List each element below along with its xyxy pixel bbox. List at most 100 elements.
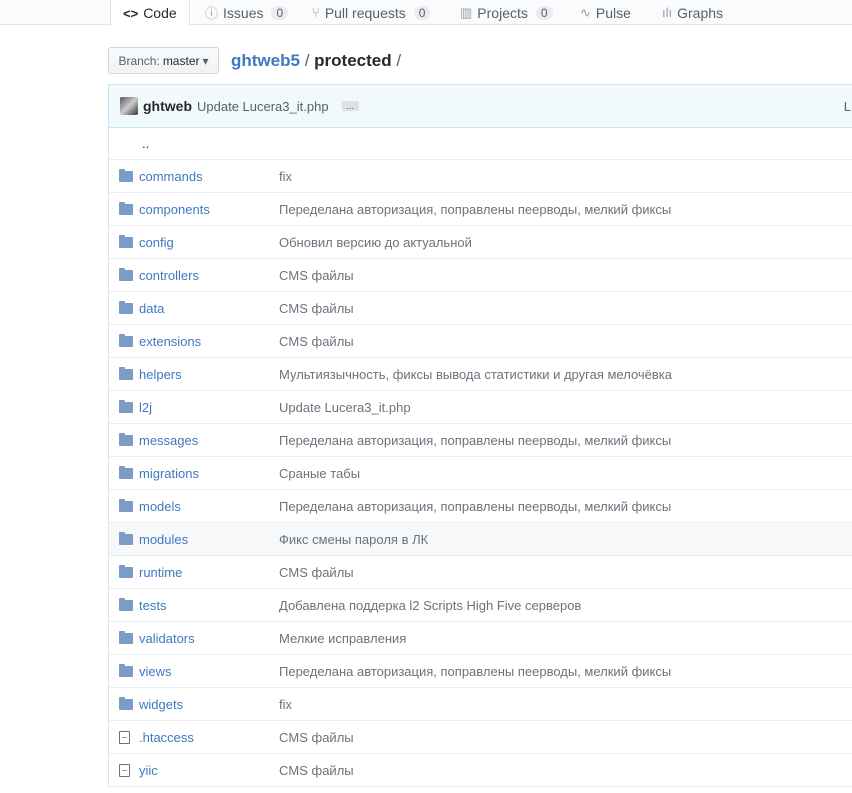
commit-message-link[interactable]: Фикс смены пароля в ЛК	[279, 532, 428, 547]
file-name-link[interactable]: runtime	[139, 565, 182, 580]
file-icon	[119, 764, 130, 777]
file-row[interactable]: config Обновил версию до актуальной	[109, 226, 852, 259]
folder-icon	[119, 565, 133, 578]
file-name-link[interactable]: widgets	[139, 697, 183, 712]
git-pull-request-icon: ⑂	[312, 5, 320, 20]
file-name-link[interactable]: extensions	[139, 334, 201, 349]
commit-message-link[interactable]: fix	[279, 169, 292, 184]
tab-label: Projects	[477, 4, 528, 21]
file-name-link[interactable]: models	[139, 499, 181, 514]
tab-pulse[interactable]: ∿ Pulse	[580, 0, 631, 25]
breadcrumb-current: protected	[314, 51, 392, 70]
commit-message-link[interactable]: CMS файлы	[279, 565, 354, 580]
commit-message-link[interactable]: Переделана авторизация, поправлены пеерв…	[279, 499, 671, 514]
file-icon	[119, 731, 130, 744]
file-row[interactable]: components Переделана авторизация, поправ…	[109, 193, 852, 226]
folder-icon	[119, 400, 133, 413]
tab-pull-requests[interactable]: ⑂ Pull requests 0	[312, 0, 431, 25]
code-icon: <>	[123, 5, 139, 21]
file-row[interactable]: views Переделана авторизация, поправлены …	[109, 655, 852, 688]
commit-message-link[interactable]: Добавлена поддерка l2 Scripts High Five …	[279, 598, 581, 613]
file-row[interactable]: messages Переделана авторизация, поправле…	[109, 424, 852, 457]
tab-counter: 0	[271, 5, 289, 20]
commit-message-link[interactable]: Обновил версию до актуальной	[279, 235, 472, 250]
graph-icon: ılı	[662, 5, 673, 20]
issue-opened-icon: ⓘ	[205, 6, 219, 21]
commit-message[interactable]: Update Lucera3_it.php	[197, 99, 329, 114]
tab-projects[interactable]: ▥ Projects 0	[460, 0, 553, 25]
breadcrumb-repo-link[interactable]: ghtweb5	[231, 51, 300, 70]
commit-message-link[interactable]: Update Lucera3_it.php	[279, 400, 411, 415]
file-row[interactable]: controllers CMS файлы	[109, 259, 852, 292]
commit-message-link[interactable]: Мелкие исправления	[279, 631, 406, 646]
file-row[interactable]: migrations Сраные табы	[109, 457, 852, 490]
file-row[interactable]: models Переделана авторизация, поправлены…	[109, 490, 852, 523]
parent-dir-row[interactable]: ..	[109, 127, 852, 160]
commit-message-link[interactable]: CMS файлы	[279, 301, 354, 316]
commit-author[interactable]: ghtweb	[143, 98, 192, 114]
breadcrumb-separator: /	[304, 51, 310, 70]
tab-graphs[interactable]: ılı Graphs	[662, 0, 723, 25]
file-row[interactable]: commands fix	[109, 160, 852, 193]
file-row[interactable]: validators Мелкие исправления	[109, 622, 852, 655]
tab-issues[interactable]: ⓘ Issues 0	[205, 0, 289, 25]
folder-icon	[119, 301, 133, 314]
commit-message-link[interactable]: Сраные табы	[279, 466, 360, 481]
pulse-icon: ∿	[580, 4, 591, 20]
branch-select-button[interactable]: Branch: master ▾	[108, 47, 219, 74]
file-row[interactable]: widgets fix	[109, 688, 852, 721]
file-name-link[interactable]: config	[139, 235, 174, 250]
file-name-link[interactable]: validators	[139, 631, 195, 646]
branch-name: master	[162, 53, 200, 68]
file-row[interactable]: helpers Мультиязычность, фиксы вывода ста…	[109, 358, 852, 391]
file-name-link[interactable]: yiic	[139, 763, 158, 778]
file-name-link[interactable]: commands	[139, 169, 203, 184]
project-icon: ▥	[460, 4, 473, 20]
file-row[interactable]: data CMS файлы	[109, 292, 852, 325]
commit-message-link[interactable]: CMS файлы	[279, 268, 354, 283]
breadcrumb-separator: /	[396, 51, 402, 70]
folder-icon	[119, 598, 133, 611]
file-name-link[interactable]: l2j	[139, 400, 152, 415]
file-name-link[interactable]: .htaccess	[139, 730, 194, 745]
branch-prefix: Branch:	[118, 53, 160, 68]
file-name-link[interactable]: data	[139, 301, 164, 316]
file-name-link[interactable]: tests	[139, 598, 166, 613]
tab-label: Pull requests	[324, 4, 406, 21]
caret-down-icon: ▾	[202, 53, 209, 68]
commit-message-link[interactable]: CMS файлы	[279, 730, 354, 745]
tab-label: Pulse	[595, 4, 631, 21]
folder-icon	[119, 334, 133, 347]
file-name-link[interactable]: helpers	[139, 367, 182, 382]
file-name-link[interactable]: controllers	[139, 268, 199, 283]
file-row[interactable]: yiic CMS файлы	[109, 754, 852, 787]
commit-message-link[interactable]: Переделана авторизация, поправлены пеерв…	[279, 433, 671, 448]
file-name-link[interactable]: messages	[139, 433, 198, 448]
latest-commit-bar: ghtweb Update Lucera3_it.php … L	[108, 84, 852, 128]
file-row[interactable]: l2j Update Lucera3_it.php	[109, 391, 852, 424]
file-row[interactable]: extensions CMS файлы	[109, 325, 852, 358]
commit-message-link[interactable]: Переделана авторизация, поправлены пеерв…	[279, 664, 671, 679]
file-row[interactable]: runtime CMS файлы	[109, 556, 852, 589]
file-row[interactable]: tests Добавлена поддерка l2 Scripts High …	[109, 589, 852, 622]
file-name-link[interactable]: migrations	[139, 466, 199, 481]
commit-message-link[interactable]: CMS файлы	[279, 763, 354, 778]
folder-icon	[119, 532, 133, 545]
file-name-link[interactable]: modules	[139, 532, 188, 547]
file-name-link[interactable]: components	[139, 202, 210, 217]
expand-commit-button[interactable]: …	[341, 101, 359, 111]
file-row[interactable]: .htaccess CMS файлы	[109, 721, 852, 754]
parent-dir-link[interactable]: ..	[142, 136, 149, 151]
folder-icon	[119, 433, 133, 446]
folder-icon	[119, 499, 133, 512]
commit-message-link[interactable]: Переделана авторизация, поправлены пеерв…	[279, 202, 671, 217]
commit-message-link[interactable]: CMS файлы	[279, 334, 354, 349]
file-name-link[interactable]: views	[139, 664, 172, 679]
commit-message-link[interactable]: fix	[279, 697, 292, 712]
commit-message-link[interactable]: Мультиязычность, фиксы вывода статистики…	[279, 367, 672, 382]
tab-code[interactable]: <> Code	[110, 0, 190, 26]
folder-icon	[119, 697, 133, 710]
file-row[interactable]: modules Фикс смены пароля в ЛК	[109, 523, 852, 556]
avatar[interactable]	[120, 97, 138, 115]
breadcrumb: ghtweb5 / protected /	[231, 51, 401, 71]
